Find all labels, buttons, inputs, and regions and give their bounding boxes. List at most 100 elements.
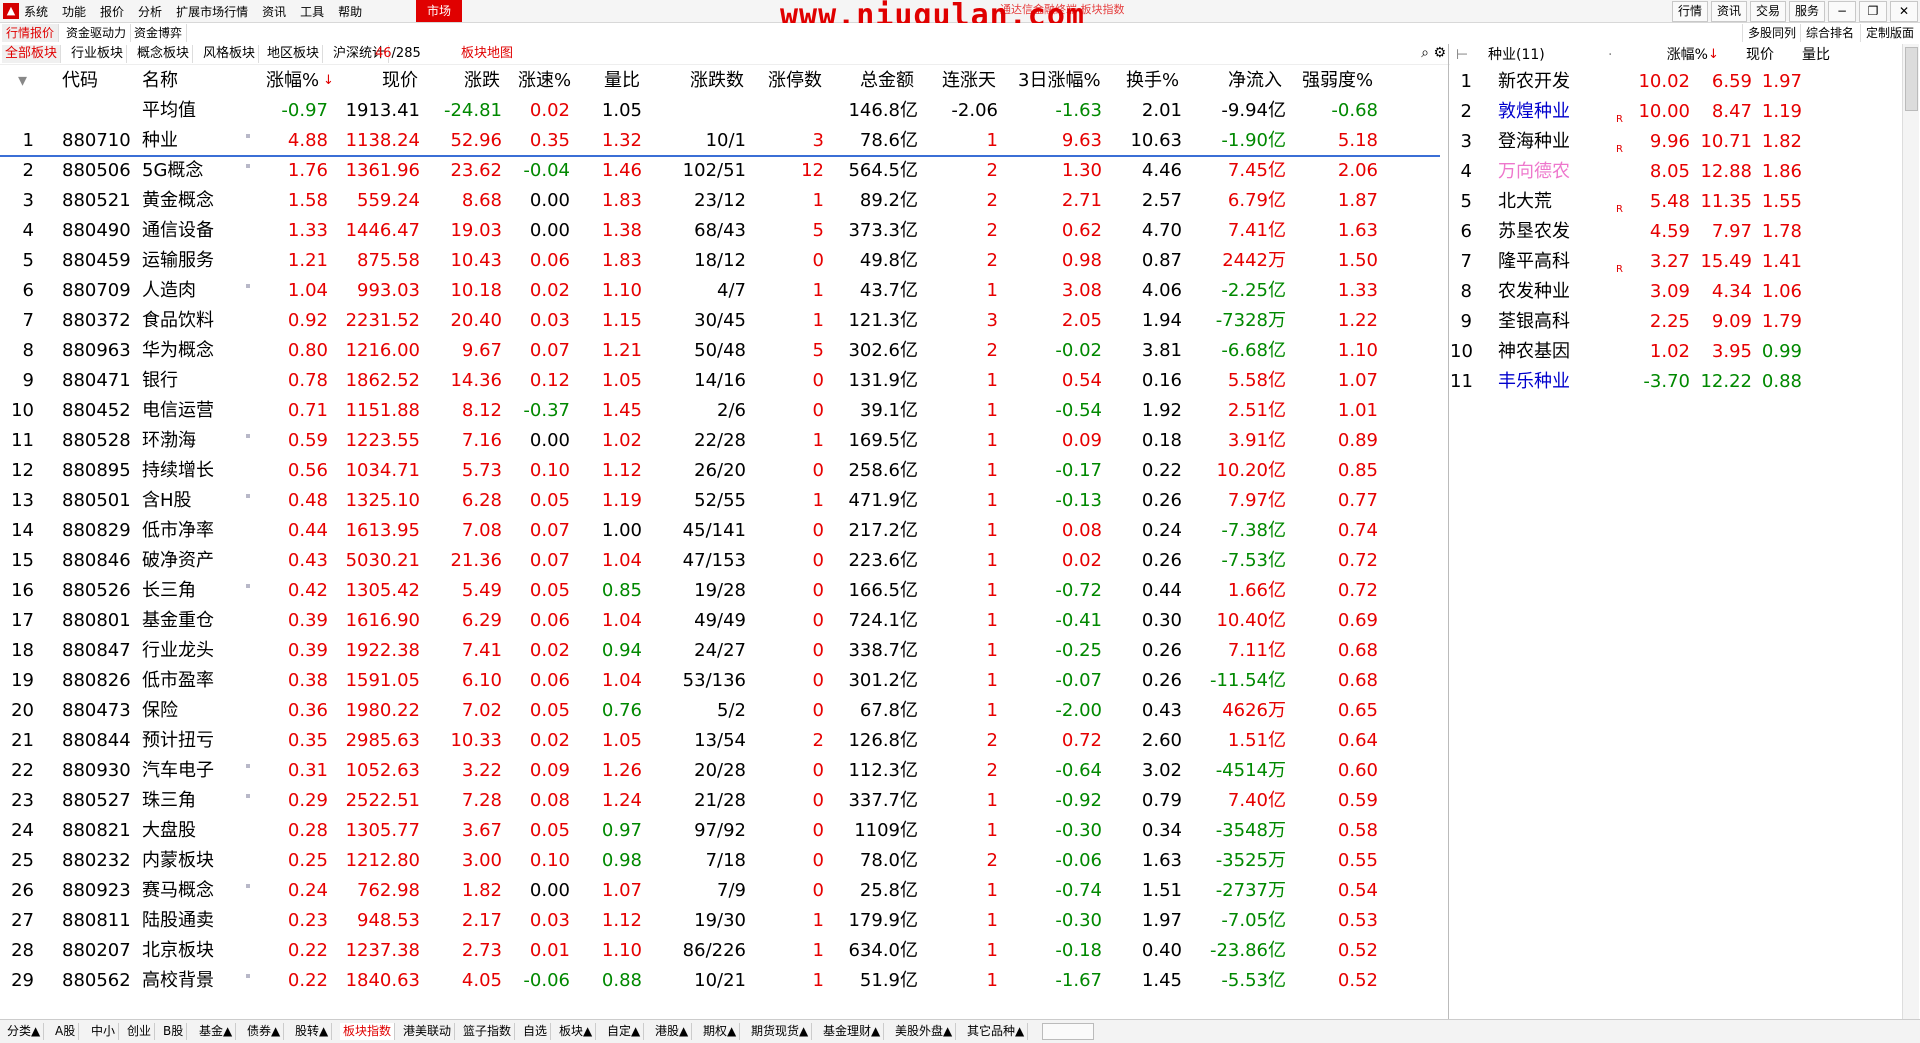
cell-name[interactable]: 持续增长 [142, 456, 214, 486]
top-tab[interactable]: 资金驱动力 [62, 24, 132, 42]
menu-item[interactable]: 扩展市场行情 [176, 3, 248, 20]
table-row[interactable]: 27 880811 陆股通卖 0.23 948.53 2.17 0.03 1.12 19/30 1… [0, 906, 1440, 936]
table-row[interactable]: 18 880847 行业龙头 0.39 1922.38 7.41 0.02 0.94 24/27… [0, 636, 1440, 666]
cell-code[interactable]: 880473 [62, 696, 131, 726]
stock-name[interactable]: 北大荒 [1498, 187, 1552, 217]
layout-tab[interactable]: 定制版面 [1860, 24, 1919, 42]
cell-code[interactable]: 880829 [62, 516, 131, 546]
menu-item[interactable]: 功能 [62, 3, 86, 20]
constituent-row[interactable]: 7 隆平高科 R 3.27 15.49 1.41 [1450, 247, 1900, 277]
bottom-category-tab[interactable]: A股 [52, 1023, 80, 1040]
table-row[interactable]: 1 880710 种业 4.88 1138.24 52.96 0.35 1.32 10/1 3 78… [0, 126, 1440, 157]
cell-name[interactable]: 内蒙板块 [142, 846, 214, 876]
bottom-category-tab[interactable]: 基金理财▲ [820, 1023, 885, 1040]
panel-divider[interactable] [1448, 44, 1449, 1019]
cell-code[interactable]: 880207 [62, 936, 131, 966]
cell-name[interactable]: 保险 [142, 696, 178, 726]
bottom-category-tab[interactable]: 股转▲ [292, 1023, 333, 1040]
right-menu-item[interactable]: 服务 [1788, 1, 1825, 22]
table-row[interactable]: 21 880844 预计扭亏 0.35 2985.63 10.33 0.02 1.05 13/5… [0, 726, 1440, 756]
bottom-category-tab[interactable]: 创业 [124, 1023, 156, 1040]
cell-code[interactable]: 880895 [62, 456, 131, 486]
cell-name[interactable]: 环渤海 [142, 426, 196, 456]
constituent-row[interactable]: 6 苏垦农发 4.59 7.97 1.78 [1450, 217, 1900, 247]
top-tab[interactable]: 资金博弈 [130, 24, 188, 42]
side-column-header[interactable]: 量比 [1766, 44, 1830, 66]
cell-code[interactable]: 880501 [62, 486, 131, 516]
cell-name[interactable]: 基金重仓 [142, 606, 214, 636]
cell-code[interactable]: 880490 [62, 216, 131, 246]
sort-menu-icon[interactable]: ▾ [18, 66, 27, 96]
gear-icon[interactable]: ⚙ [1433, 45, 1446, 61]
bottom-category-tab[interactable]: 期货现货▲ [748, 1023, 813, 1040]
table-row[interactable]: 16 880526 长三角 0.42 1305.42 5.49 0.05 0.85 19/28 0… [0, 576, 1440, 606]
cell-code[interactable]: 880963 [62, 336, 131, 366]
table-row[interactable]: 9 880471 银行 0.78 1862.52 14.36 0.12 1.05 14/16 0 1… [0, 366, 1440, 396]
sector-tab[interactable]: 风格板块 [200, 45, 260, 63]
constituent-row[interactable]: 10 神农基因 1.02 3.95 0.99 [1450, 337, 1900, 367]
cell-code[interactable]: 880709 [62, 276, 131, 306]
cell-name[interactable]: 5G概念 [142, 156, 203, 186]
menu-item[interactable]: 分析 [138, 3, 162, 20]
cell-code[interactable]: 880846 [62, 546, 131, 576]
constituent-row[interactable]: 4 万向德农 8.05 12.88 1.86 [1450, 157, 1900, 187]
column-header[interactable]: 现价 [382, 66, 418, 96]
cell-name[interactable]: 长三角 [142, 576, 196, 606]
cell-name[interactable]: 赛马概念 [142, 876, 214, 906]
table-row[interactable]: 28 880207 北京板块 0.22 1237.38 2.73 0.01 1.10 86/22… [0, 936, 1440, 966]
cell-code[interactable]: 880527 [62, 786, 131, 816]
menu-item[interactable]: 报价 [100, 3, 124, 20]
cell-name[interactable]: 低市盈率 [142, 666, 214, 696]
layout-tab[interactable]: 多股同列 [1742, 24, 1801, 42]
cell-code[interactable]: 880930 [62, 756, 131, 786]
right-menu-item[interactable]: 行情 [1671, 1, 1708, 22]
table-row[interactable]: 25 880232 内蒙板块 0.25 1212.80 3.00 0.10 0.98 7/18 0… [0, 846, 1440, 876]
bottom-category-tab[interactable]: 美股外盘▲ [892, 1023, 957, 1040]
bottom-category-tab[interactable]: 港美联动 [400, 1023, 456, 1040]
stock-name[interactable]: 苏垦农发 [1498, 217, 1570, 247]
cell-name[interactable]: 预计扭亏 [142, 726, 214, 756]
stock-name[interactable]: 登海种业 [1498, 127, 1570, 157]
cell-name[interactable]: 行业龙头 [142, 636, 214, 666]
sector-tab[interactable]: 概念板块 [134, 45, 194, 63]
table-row[interactable]: 4 880490 通信设备 1.33 1446.47 19.03 0.00 1.38 68/43… [0, 216, 1440, 246]
column-header[interactable]: 量比 [604, 66, 640, 96]
stock-name[interactable]: 万向德农 [1498, 157, 1570, 187]
vertical-scrollbar[interactable] [1902, 44, 1919, 1019]
cell-code[interactable]: 880562 [62, 966, 131, 996]
cell-code[interactable]: 880826 [62, 666, 131, 696]
table-row[interactable]: 3 880521 黄金概念 1.58 559.24 8.68 0.00 1.83 23/12 1 8… [0, 186, 1440, 216]
bottom-category-tab[interactable]: 中小 [88, 1023, 120, 1040]
constituent-row[interactable]: 11 丰乐种业 -3.70 12.22 0.88 [1450, 367, 1900, 397]
cell-name[interactable]: 大盘股 [142, 816, 196, 846]
constituent-row[interactable]: 5 北大荒 R 5.48 11.35 1.55 [1450, 187, 1900, 217]
table-row[interactable]: 14 880829 低市净率 0.44 1613.95 7.08 0.07 1.00 45/14… [0, 516, 1440, 546]
search-icon[interactable]: ⌕ [1421, 45, 1429, 61]
cell-code[interactable]: 880471 [62, 366, 131, 396]
layout-tab[interactable]: 综合排名 [1800, 24, 1859, 42]
bottom-category-tab[interactable]: 自选 [520, 1023, 552, 1040]
bottom-category-tab[interactable]: 板块▲ [556, 1023, 597, 1040]
cell-code[interactable]: 880811 [62, 906, 131, 936]
table-row[interactable]: 12 880895 持续增长 0.56 1034.71 5.73 0.10 1.12 26/20… [0, 456, 1440, 486]
stock-name[interactable]: 神农基因 [1498, 337, 1570, 367]
column-header[interactable]: 净流入 [1228, 66, 1282, 96]
cell-name[interactable]: 珠三角 [142, 786, 196, 816]
stock-name[interactable]: 农发种业 [1498, 277, 1570, 307]
bottom-category-tab[interactable]: 板块指数 [340, 1023, 396, 1040]
cell-name[interactable]: 高校背景 [142, 966, 214, 996]
cell-name[interactable]: 汽车电子 [142, 756, 214, 786]
bottom-category-tab[interactable]: 其它品种▲ [964, 1023, 1029, 1040]
market-button[interactable]: 市场 [416, 0, 462, 22]
cell-code[interactable]: 880801 [62, 606, 131, 636]
column-header[interactable]: 总金额 [860, 66, 914, 96]
constituent-row[interactable]: 1 新农开发 10.02 6.59 1.97 [1450, 67, 1900, 97]
cell-name[interactable]: 含H股 [142, 486, 192, 516]
right-menu-item[interactable]: 资讯 [1710, 1, 1747, 22]
app-logo-icon[interactable]: ▲ [3, 3, 19, 19]
stock-name[interactable]: 新农开发 [1498, 67, 1570, 97]
cell-code[interactable]: 880232 [62, 846, 131, 876]
stock-name[interactable]: 敦煌种业 [1498, 97, 1570, 127]
constituent-row[interactable]: 9 荃银高科 2.25 9.09 1.79 [1450, 307, 1900, 337]
cell-code[interactable]: 880459 [62, 246, 131, 276]
